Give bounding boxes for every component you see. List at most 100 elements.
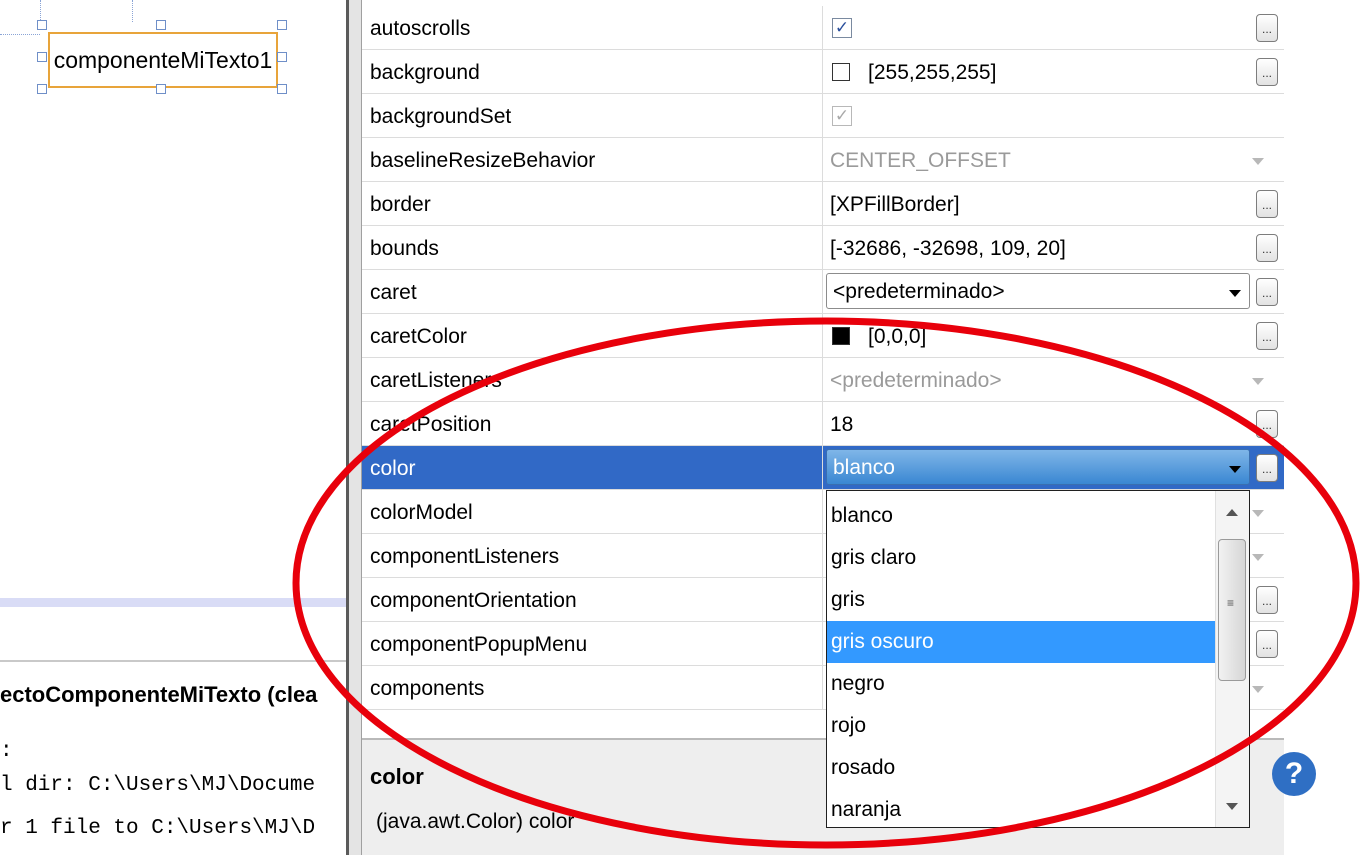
property-value[interactable]: [-32686, -32698, 109, 20] — [830, 226, 1066, 270]
property-name: caret — [370, 281, 417, 304]
column-divider — [822, 94, 823, 138]
property-name: autoscrolls — [370, 17, 471, 40]
column-divider — [822, 666, 823, 710]
output-line: : — [0, 740, 13, 763]
property-row-backgroundSet[interactable]: backgroundSet ✓ — [362, 94, 1284, 138]
property-name: componentOrientation — [370, 589, 577, 612]
property-value: <predeterminado> — [830, 369, 1002, 392]
output-tab-title[interactable]: ectoComponenteMiTexto (clea — [0, 682, 317, 708]
component-mitexto[interactable]: componenteMiTexto1 — [48, 32, 278, 88]
dropdown-option[interactable]: rosado — [827, 747, 1215, 789]
help-icon[interactable]: ? — [1272, 752, 1316, 796]
property-name: background — [370, 61, 480, 84]
combobox-value: <predeterminado> — [833, 280, 1005, 303]
column-divider — [822, 402, 823, 446]
dropdown-option[interactable]: gris oscuro — [827, 621, 1215, 663]
resize-handle[interactable] — [277, 20, 287, 30]
output-window: ectoComponenteMiTexto (clea : l dir: C:\… — [0, 660, 346, 855]
color-dropdown-list[interactable]: blanco gris claro gris gris oscuro negro rojo… — [826, 490, 1250, 828]
property-row-baselineResizeBehavior[interactable]: baselineResizeBehavior CENTER_OFFSET — [362, 138, 1284, 182]
dropdown-option[interactable]: rojo — [827, 705, 1215, 747]
dropdown-arrow-icon — [1252, 510, 1264, 517]
property-name: componentListeners — [370, 545, 560, 568]
property-row-autoscrolls[interactable]: autoscrolls ✓... — [362, 6, 1284, 50]
dropdown-arrow-icon — [1252, 378, 1264, 385]
ellipsis-button[interactable]: ... — [1256, 630, 1278, 658]
property-name: backgroundSet — [370, 105, 512, 128]
dropdown-option[interactable]: gris claro — [827, 537, 1215, 579]
resize-handle[interactable] — [37, 20, 47, 30]
property-row-caretListeners[interactable]: caretListeners <predeterminado> — [362, 358, 1284, 402]
dropdown-arrow-icon[interactable] — [1229, 466, 1241, 473]
property-value[interactable]: 18 — [830, 402, 853, 446]
color-swatch — [832, 327, 850, 345]
property-name: color — [370, 457, 416, 480]
resize-handle[interactable] — [37, 52, 47, 62]
property-name: componentPopupMenu — [370, 633, 588, 656]
ellipsis-button[interactable]: ... — [1256, 58, 1278, 86]
property-row-caretColor[interactable]: caretColor [0,0,0]... — [362, 314, 1284, 358]
property-name: colorModel — [370, 501, 473, 524]
column-divider — [822, 50, 823, 94]
property-row-caret[interactable]: caret <predeterminado>... — [362, 270, 1284, 314]
dropdown-arrow-icon — [1252, 554, 1264, 561]
ellipsis-button[interactable]: ... — [1256, 454, 1278, 482]
right-margin — [1284, 0, 1360, 855]
resize-handle[interactable] — [156, 84, 166, 94]
splitter[interactable] — [346, 0, 362, 855]
ellipsis-button[interactable]: ... — [1256, 278, 1278, 306]
dropdown-option[interactable]: gris — [827, 579, 1215, 621]
column-divider — [822, 6, 823, 50]
property-combobox[interactable]: <predeterminado> — [826, 273, 1250, 309]
dropdown-arrow-icon — [1252, 158, 1264, 165]
ellipsis-button[interactable]: ... — [1256, 190, 1278, 218]
property-value[interactable]: [255,255,255] — [868, 50, 996, 94]
description-title: color — [370, 764, 424, 789]
column-divider — [822, 446, 823, 490]
property-row-bounds[interactable]: bounds [-32686, -32698, 109, 20]... — [362, 226, 1284, 270]
ellipsis-button[interactable]: ... — [1256, 322, 1278, 350]
color-swatch — [832, 63, 850, 81]
ellipsis-button[interactable]: ... — [1256, 234, 1278, 262]
combobox-value: blanco — [833, 456, 895, 479]
property-row-color[interactable]: color blanco... — [362, 446, 1284, 490]
property-name: border — [370, 193, 431, 216]
property-combobox[interactable]: blanco — [826, 449, 1250, 485]
resize-handle[interactable] — [277, 52, 287, 62]
property-row-background[interactable]: background [255,255,255]... — [362, 50, 1284, 94]
resize-handle[interactable] — [37, 84, 47, 94]
resize-handle[interactable] — [277, 84, 287, 94]
scroll-down-arrow-icon[interactable] — [1226, 803, 1238, 810]
dropdown-arrow-icon[interactable] — [1229, 290, 1241, 297]
property-value[interactable]: [XPFillBorder] — [830, 182, 960, 226]
output-line: r 1 file to C:\Users\MJ\D — [0, 817, 316, 840]
dropdown-scrollbar[interactable]: ≡ — [1215, 491, 1249, 827]
output-line: l dir: C:\Users\MJ\Docume — [0, 774, 316, 797]
column-divider — [822, 314, 823, 358]
dropdown-option[interactable]: blanco — [827, 495, 1215, 537]
ellipsis-button[interactable]: ... — [1256, 14, 1278, 42]
ellipsis-button[interactable]: ... — [1256, 410, 1278, 438]
ellipsis-button[interactable]: ... — [1256, 586, 1278, 614]
property-row-caretPosition[interactable]: caretPosition 18... — [362, 402, 1284, 446]
guide-line — [132, 0, 133, 22]
property-checkbox[interactable]: ✓ — [832, 18, 852, 38]
property-row-border[interactable]: border [XPFillBorder]... — [362, 182, 1284, 226]
design-canvas[interactable]: componenteMiTexto1 — [0, 0, 346, 600]
scroll-up-arrow-icon[interactable] — [1226, 509, 1238, 516]
column-divider — [822, 534, 823, 578]
panel-separator[interactable] — [0, 598, 346, 607]
property-value: CENTER_OFFSET — [830, 149, 1011, 172]
guide-line — [0, 34, 40, 35]
column-divider — [822, 270, 823, 314]
dropdown-arrow-icon — [1252, 686, 1264, 693]
property-name: caretListeners — [370, 369, 502, 392]
dropdown-option[interactable]: naranja — [827, 789, 1215, 827]
property-name: components — [370, 677, 485, 700]
column-divider — [822, 578, 823, 622]
dropdown-option[interactable]: negro — [827, 663, 1215, 705]
property-value[interactable]: [0,0,0] — [868, 314, 926, 358]
scrollbar-thumb[interactable]: ≡ — [1218, 539, 1246, 681]
resize-handle[interactable] — [156, 20, 166, 30]
description-text: (java.awt.Color) color — [376, 810, 575, 833]
